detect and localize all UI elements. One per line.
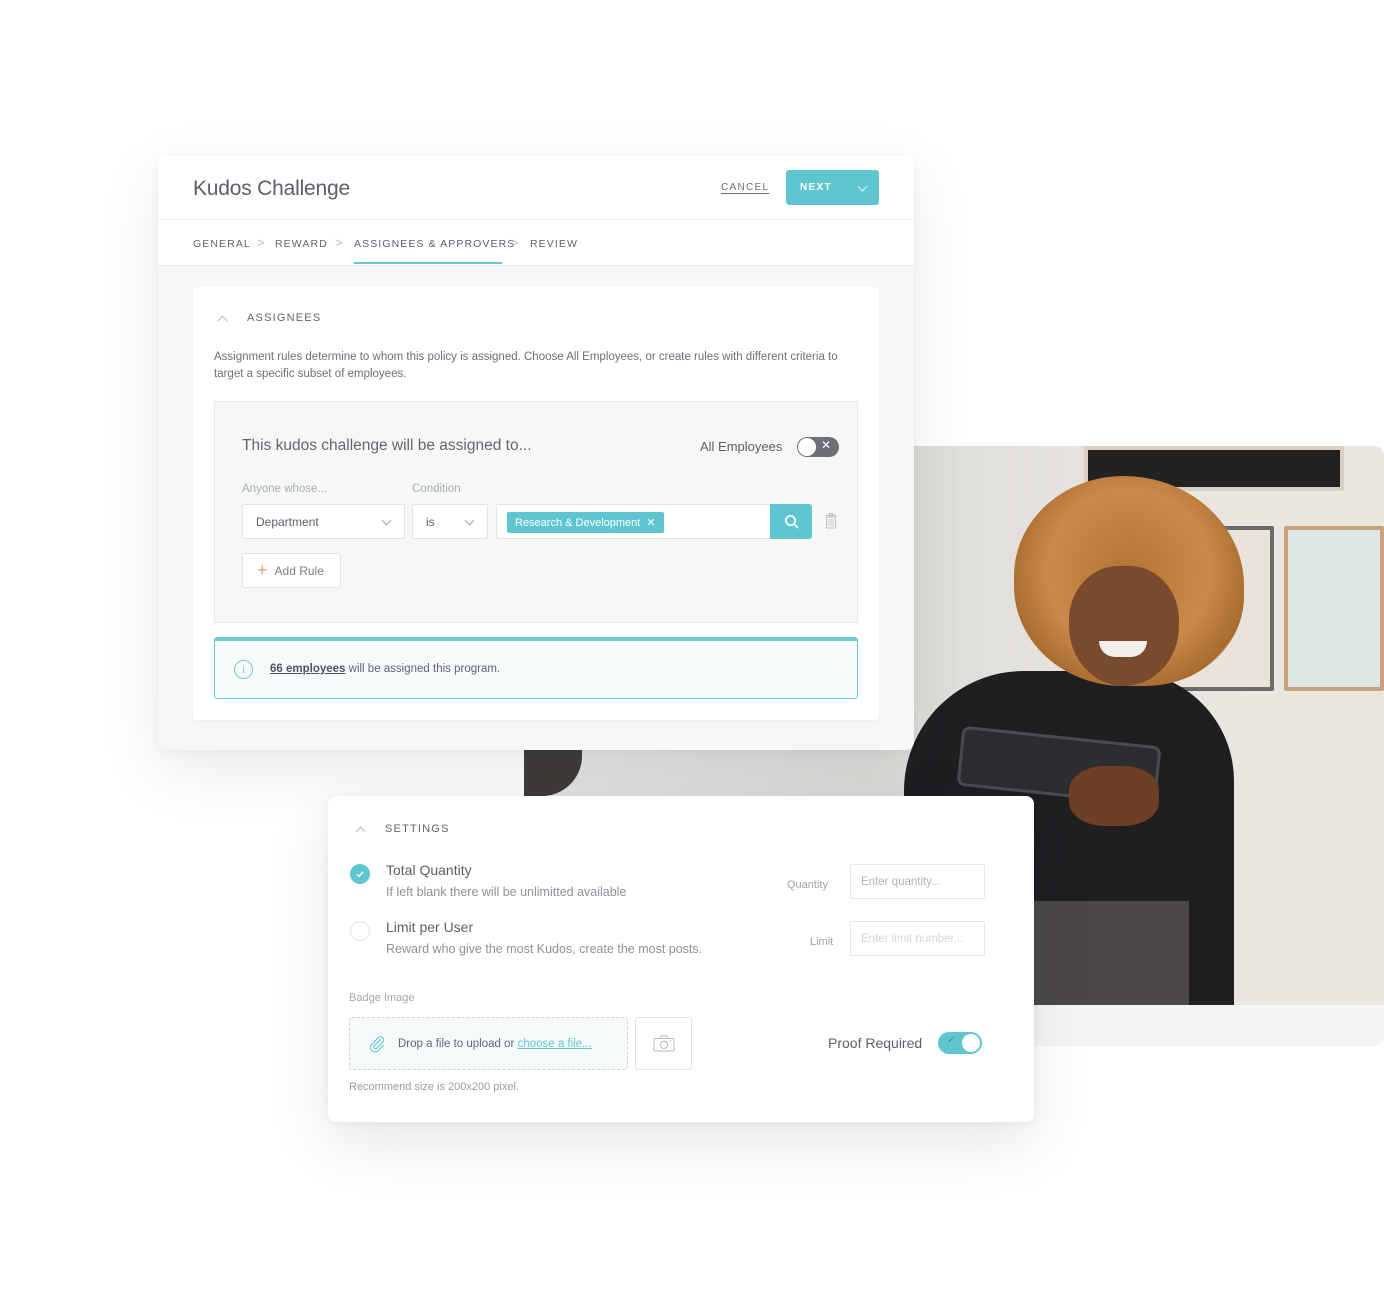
quantity-label: Quantity xyxy=(787,879,828,891)
trash-icon xyxy=(825,513,837,529)
choose-file-link[interactable]: choose a file... xyxy=(518,1038,592,1050)
assignees-section: ASSIGNEES Assignment rules determine to … xyxy=(193,287,879,720)
check-icon: ✓ xyxy=(947,1035,956,1046)
person-skirt xyxy=(1029,901,1189,1005)
info-text: 66 employees will be assigned this progr… xyxy=(270,663,500,675)
file-dropzone[interactable]: Drop a file to upload or choose a file..… xyxy=(349,1017,628,1070)
person-hand xyxy=(1069,766,1159,826)
info-message: will be assigned this program. xyxy=(345,663,501,675)
limit-label: Limit xyxy=(810,936,834,948)
assignment-rules-box: This kudos challenge will be assigned to… xyxy=(214,401,858,623)
next-button[interactable]: NEXT xyxy=(786,170,879,205)
tab-assignees-approvers[interactable]: ASSIGNEES & APPROVERS xyxy=(354,238,515,250)
page-title: Kudos Challenge xyxy=(193,177,350,200)
section-title: ASSIGNEES xyxy=(247,312,322,324)
wizard-header: Kudos Challenge CANCEL NEXT xyxy=(158,156,914,220)
quantity-input[interactable] xyxy=(850,864,985,899)
assignment-info-banner: i 66 employees will be assigned this pro… xyxy=(214,637,858,699)
assignees-description: Assignment rules determine to whom this … xyxy=(214,351,838,380)
rules-title: This kudos challenge will be assigned to… xyxy=(242,437,532,454)
person-face xyxy=(1069,566,1179,686)
wall-frame xyxy=(1284,526,1384,691)
condition-select-value: is xyxy=(426,514,435,529)
step-separator: > xyxy=(335,235,343,250)
search-button[interactable] xyxy=(770,504,812,539)
chevron-up-icon[interactable] xyxy=(217,313,227,323)
option-name: Limit per User xyxy=(386,919,474,935)
tab-review[interactable]: REVIEW xyxy=(530,238,578,250)
option-description: Reward who give the most Kudos, create t… xyxy=(386,942,703,956)
tab-reward[interactable]: REWARD xyxy=(275,238,328,250)
toggle-knob xyxy=(798,438,816,456)
cancel-button[interactable]: CANCEL xyxy=(721,182,769,193)
camera-button[interactable] xyxy=(635,1017,692,1070)
condition-select[interactable]: is xyxy=(412,504,488,539)
chevron-down-icon xyxy=(464,517,474,527)
section-title: SETTINGS xyxy=(385,823,450,835)
settings-header[interactable]: SETTINGS xyxy=(355,823,450,835)
next-button-label: NEXT xyxy=(800,182,832,193)
dropzone-text: Drop a file to upload or choose a file..… xyxy=(398,1038,592,1050)
field-label: Anyone whose... xyxy=(242,483,328,495)
settings-panel: SETTINGS Total Quantity If left blank th… xyxy=(328,796,1034,1122)
close-icon: ✕ xyxy=(821,438,832,452)
step-separator: > xyxy=(511,235,519,250)
all-employees-label: All Employees xyxy=(700,439,783,454)
recommend-size-note: Recommend size is 200x200 pixel. xyxy=(349,1081,519,1093)
wizard-panel: Kudos Challenge CANCEL NEXT GENERAL > RE… xyxy=(158,156,914,750)
proof-required-label: Proof Required xyxy=(828,1035,923,1051)
check-icon xyxy=(356,871,364,878)
assignees-header[interactable]: ASSIGNEES xyxy=(217,312,321,324)
condition-label: Condition xyxy=(412,483,461,495)
radio-limit-per-user[interactable] xyxy=(350,921,370,941)
field-select-value: Department xyxy=(256,514,319,529)
chevron-up-icon[interactable] xyxy=(355,824,365,834)
add-rule-button[interactable]: + Add Rule xyxy=(242,553,341,588)
badge-image-label: Badge Image xyxy=(349,992,415,1004)
remove-tag-icon[interactable]: ✕ xyxy=(646,516,655,529)
option-description: If left blank there will be unlimitted a… xyxy=(386,885,627,899)
option-name: Total Quantity xyxy=(386,862,472,878)
paperclip-icon xyxy=(369,1035,385,1052)
camera-icon xyxy=(652,1035,675,1052)
lamp-shape xyxy=(524,746,582,796)
chevron-down-icon xyxy=(381,517,391,527)
chevron-down-icon xyxy=(857,183,867,193)
tag-label: Research & Development xyxy=(515,516,641,529)
radio-total-quantity[interactable] xyxy=(350,864,370,884)
active-tab-indicator xyxy=(354,262,502,264)
proof-required-toggle[interactable]: ✓ xyxy=(938,1032,982,1054)
dropzone-message: Drop a file to upload or xyxy=(398,1037,518,1050)
search-icon xyxy=(784,515,798,529)
info-icon: i xyxy=(234,660,253,679)
delete-rule-button[interactable] xyxy=(825,513,837,534)
value-tag-input[interactable]: Research & Development ✕ xyxy=(496,504,771,539)
field-select[interactable]: Department xyxy=(242,504,405,539)
limit-input[interactable] xyxy=(850,921,985,956)
all-employees-toggle[interactable]: ✕ xyxy=(797,437,839,457)
wizard-steps: GENERAL > REWARD > ASSIGNEES & APPROVERS… xyxy=(158,220,914,266)
add-rule-label: Add Rule xyxy=(274,563,324,578)
toggle-knob xyxy=(962,1034,980,1052)
selected-tag: Research & Development ✕ xyxy=(507,512,664,533)
next-dropdown-toggle[interactable] xyxy=(845,170,879,205)
employees-count-link[interactable]: 66 employees xyxy=(270,663,345,675)
tab-general[interactable]: GENERAL xyxy=(193,238,251,250)
step-separator: > xyxy=(257,235,265,250)
plus-icon: + xyxy=(257,559,268,580)
